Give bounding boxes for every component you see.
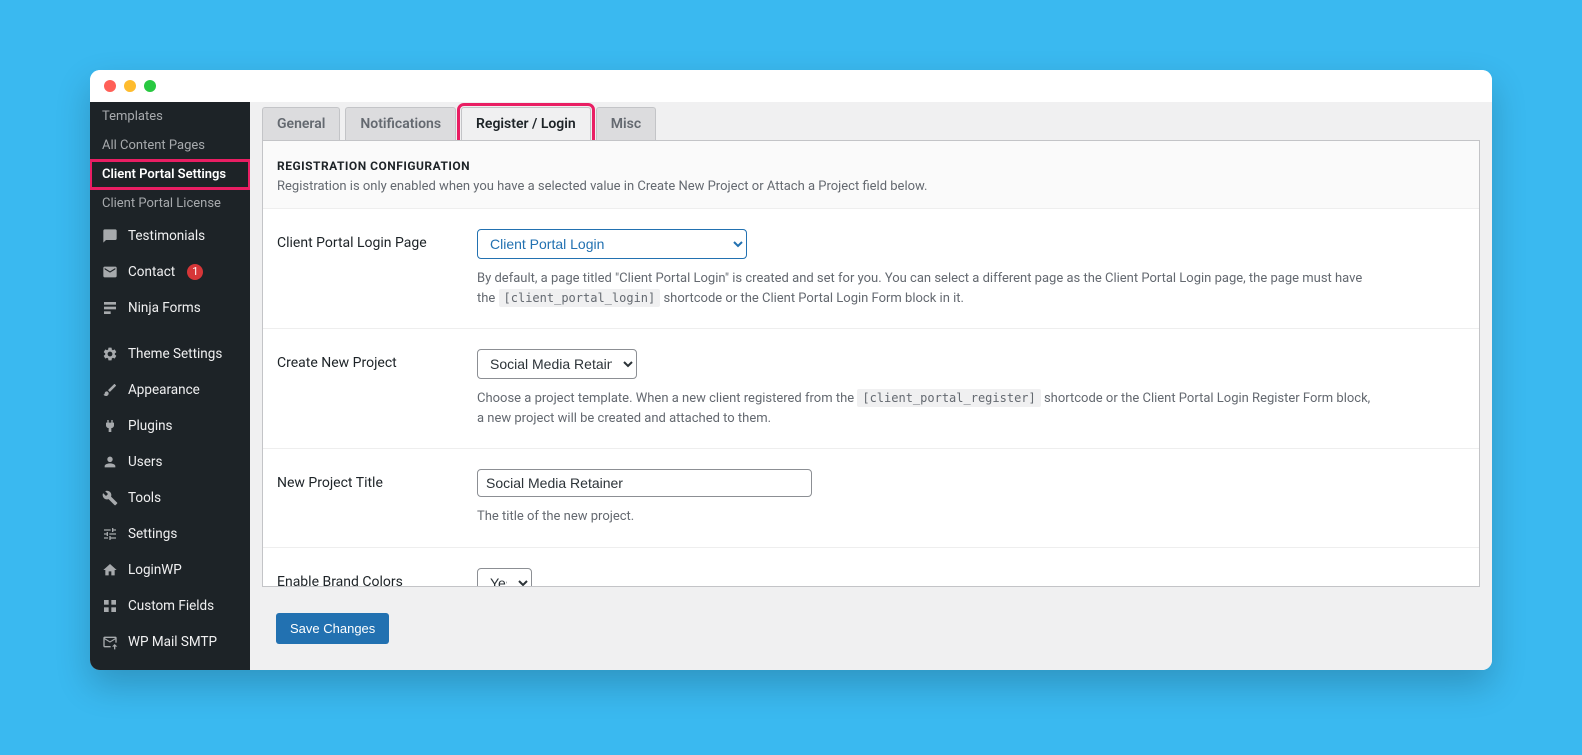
chat-icon [100,226,120,246]
tab-bar: GeneralNotificationsRegister / LoginMisc [250,102,1492,140]
brush-icon [100,380,120,400]
label-brand-colors: Enable Brand Colors [277,568,477,588]
label-project-title: New Project Title [277,469,477,527]
sidebar-item-label: Appearance [128,382,200,398]
code-login-shortcode: [client_portal_login] [499,289,661,307]
house-icon [100,560,120,580]
sidebar-item-label: Theme Settings [128,346,222,362]
sidebar-item[interactable]: Testimonials [90,218,250,254]
select-login-page[interactable]: Client Portal Login [477,229,747,259]
sidebar-subitem[interactable]: Templates [90,102,250,131]
sidebar-item-label: Custom Fields [128,598,214,614]
maximize-icon[interactable] [144,80,156,92]
sidebar-subitem[interactable]: Client Portal Settings [90,160,250,189]
sidebar-item[interactable]: Appearance [90,372,250,408]
row-brand-colors: Enable Brand Colors Yes The form element… [263,548,1479,588]
help-create-project: Choose a project template. When a new cl… [477,389,1377,428]
plug-icon [100,416,120,436]
sidebar-item[interactable]: WP Mail SMTP [90,624,250,660]
select-create-project[interactable]: Social Media Retainer [477,349,637,379]
sidebar-item[interactable]: Users [90,444,250,480]
sidebar-subitem[interactable]: Client Portal License [90,189,250,218]
sidebar-item-label: Plugins [128,418,173,434]
label-login-page: Client Portal Login Page [277,229,477,308]
sidebar-item[interactable]: Theme Settings [90,336,250,372]
sidebar-item[interactable]: Settings [90,516,250,552]
sidebar: TemplatesAll Content PagesClient Portal … [90,102,250,670]
sidebar-item-label: Ninja Forms [128,300,201,316]
label-create-project: Create New Project [277,349,477,428]
input-project-title[interactable] [477,469,812,497]
sidebar-item[interactable]: Plugins [90,408,250,444]
sidebar-item[interactable]: Tools [90,480,250,516]
sidebar-item-label: WP Mail SMTP [128,634,217,650]
save-button[interactable]: Save Changes [276,613,389,644]
window-titlebar [90,70,1492,102]
mailup-icon [100,632,120,652]
form-icon [100,298,120,318]
sidebar-item-label: LoginWP [128,562,182,578]
sidebar-item[interactable]: Ninja Forms [90,290,250,326]
mail-icon [100,262,120,282]
sidebar-item[interactable]: Custom Fields [90,588,250,624]
select-brand-colors[interactable]: Yes [477,568,532,588]
grid-icon [100,596,120,616]
sidebar-item[interactable]: Contact 1 [90,254,250,290]
sidebar-subitem[interactable]: All Content Pages [90,131,250,160]
sidebar-item-label: Users [128,454,162,470]
help-login-page: By default, a page titled "Client Portal… [477,269,1377,308]
sidebar-item-label: Contact [128,264,175,280]
settings-panel: REGISTRATION CONFIGURATION Registration … [262,140,1480,587]
sidebar-divider [90,660,250,670]
badge: 1 [187,264,203,280]
gear-icon [100,344,120,364]
tab[interactable]: Notifications [345,107,456,140]
close-icon[interactable] [104,80,116,92]
minimize-icon[interactable] [124,80,136,92]
content-area: GeneralNotificationsRegister / LoginMisc… [250,102,1492,670]
section-title: REGISTRATION CONFIGURATION [277,159,1465,173]
sidebar-item-label: Tools [128,490,161,506]
sliders-icon [100,524,120,544]
sidebar-divider [90,326,250,336]
tab[interactable]: Misc [596,107,656,140]
app-window: TemplatesAll Content PagesClient Portal … [90,70,1492,670]
tab[interactable]: General [262,107,340,140]
row-create-project: Create New Project Social Media Retainer… [263,329,1479,449]
row-project-title: New Project Title The title of the new p… [263,449,1479,548]
row-login-page: Client Portal Login Page Client Portal L… [263,209,1479,329]
help-project-title: The title of the new project. [477,507,1377,527]
sidebar-item-label: Testimonials [128,228,205,244]
tab[interactable]: Register / Login [461,107,591,140]
sidebar-item[interactable]: LoginWP [90,552,250,588]
section-desc: Registration is only enabled when you ha… [277,179,1465,194]
user-icon [100,452,120,472]
sidebar-item-label: Settings [128,526,177,542]
wrench-icon [100,488,120,508]
app-body: TemplatesAll Content PagesClient Portal … [90,102,1492,670]
section-header: REGISTRATION CONFIGURATION Registration … [263,141,1479,209]
code-register-shortcode: [client_portal_register] [857,389,1040,407]
